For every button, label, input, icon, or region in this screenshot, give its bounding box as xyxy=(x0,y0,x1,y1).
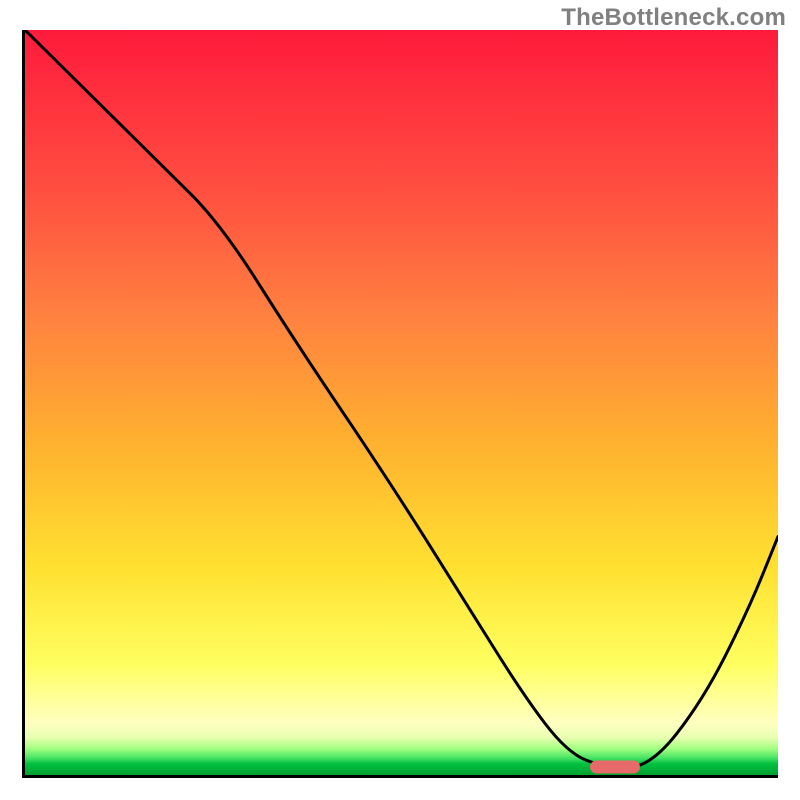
bottleneck-curve xyxy=(25,30,778,775)
optimal-marker xyxy=(590,760,640,773)
plot-area xyxy=(22,30,778,778)
watermark-text: TheBottleneck.com xyxy=(561,4,786,32)
chart-container: TheBottleneck.com xyxy=(0,0,800,800)
